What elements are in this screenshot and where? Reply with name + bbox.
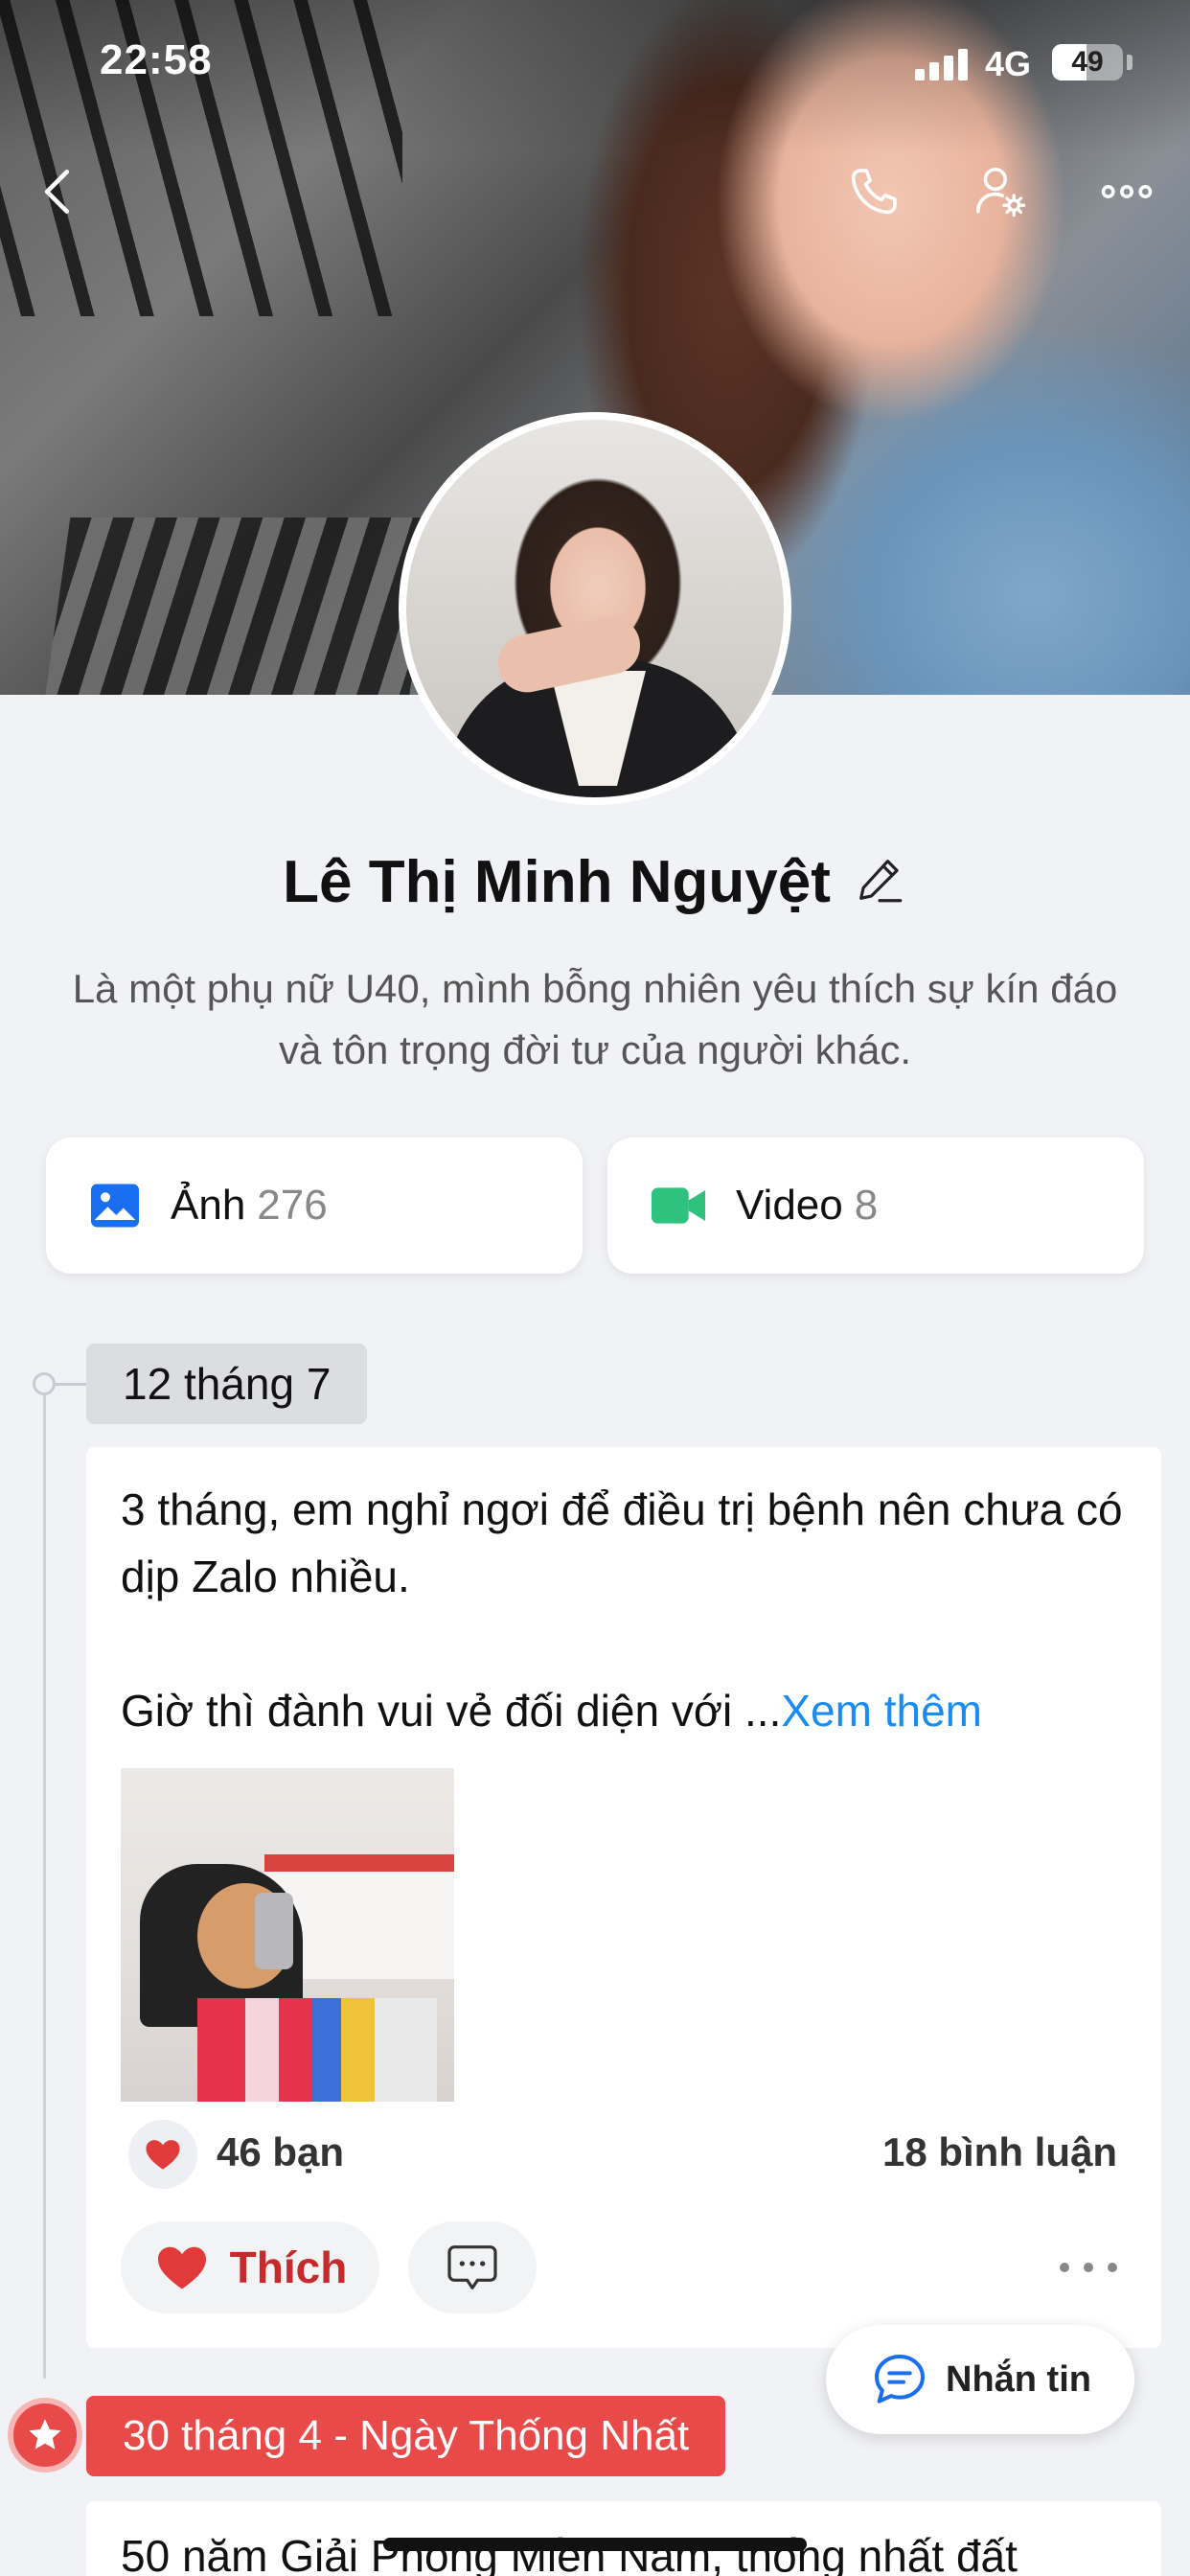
photos-album-count: 276: [257, 1182, 328, 1229]
comments-count[interactable]: 18 bình luận: [882, 2129, 1117, 2175]
phone-icon: [851, 169, 897, 215]
videos-album-count: 8: [854, 1182, 879, 1229]
status-time: 22:58: [100, 36, 213, 83]
star-icon: [8, 2398, 82, 2472]
post-text[interactable]: 3 tháng, em nghỉ ngơi để điều trị bệnh n…: [121, 1476, 1136, 1744]
battery-level: 49: [1071, 46, 1104, 78]
heart-icon: [157, 2246, 206, 2289]
see-more-link[interactable]: Xem thêm: [781, 1686, 982, 1736]
message-button-label: Nhắn tin: [946, 2358, 1091, 2400]
battery-icon: 49: [1052, 44, 1123, 80]
back-button[interactable]: [21, 153, 98, 230]
profile-settings-button[interactable]: [962, 153, 1039, 230]
comment-icon: [447, 2245, 497, 2289]
post-text-body: 3 tháng, em nghỉ ngơi để điều trị bệnh n…: [121, 1484, 1123, 1736]
more-button[interactable]: [1088, 153, 1165, 230]
status-bar: 22:58 4G 49: [0, 0, 1190, 125]
comment-button[interactable]: [408, 2221, 537, 2313]
timeline-line: [43, 1382, 46, 2379]
user-settings-icon: [975, 167, 1026, 218]
profile-name: Lê Thị Minh Nguyệt: [283, 849, 831, 915]
network-type: 4G: [985, 44, 1032, 83]
photos-album-label: Ảnh: [171, 1182, 246, 1229]
pencil-icon: [858, 860, 903, 903]
reaction-badge[interactable]: [128, 2120, 197, 2189]
home-indicator: [383, 2538, 807, 2551]
edit-name-button[interactable]: [852, 852, 907, 912]
post-photo[interactable]: [121, 1768, 454, 2102]
videos-album-label: Video: [736, 1182, 843, 1229]
like-button[interactable]: Thích: [121, 2221, 379, 2313]
photo-icon: [91, 1184, 139, 1228]
heart-icon: [146, 2140, 180, 2170]
timeline-post: 3 tháng, em nghỉ ngơi để điều trị bệnh n…: [86, 1447, 1161, 2348]
profile-screen: 22:58 4G 49 Lê Thị Minh Nguyệt Là một ph…: [0, 0, 1190, 2576]
chat-bubble-icon: [875, 2355, 925, 2404]
event-date-chip: 30 tháng 4 - Ngày Thống Nhất: [86, 2396, 726, 2476]
video-camera-icon: [652, 1187, 705, 1224]
avatar[interactable]: [399, 412, 791, 805]
more-horizontal-icon: [1101, 185, 1153, 198]
videos-album-button[interactable]: Video 8: [607, 1138, 1144, 1274]
post-more-button[interactable]: [1060, 2248, 1117, 2287]
photos-album-button[interactable]: Ảnh 276: [46, 1138, 583, 1274]
call-button[interactable]: [835, 153, 912, 230]
likes-count[interactable]: 46 bạn: [217, 2129, 344, 2175]
message-button[interactable]: Nhắn tin: [826, 2325, 1134, 2434]
post-date-chip: 12 tháng 7: [86, 1344, 368, 1424]
name-row: Lê Thị Minh Nguyệt: [0, 848, 1190, 916]
like-button-label: Thích: [229, 2242, 348, 2292]
profile-bio: Là một phụ nữ U40, mình bỗng nhiên yêu t…: [72, 966, 1118, 1072]
timeline-dot: [33, 1372, 56, 1395]
signal-icon: [915, 48, 971, 80]
chevron-left-icon: [44, 170, 70, 214]
